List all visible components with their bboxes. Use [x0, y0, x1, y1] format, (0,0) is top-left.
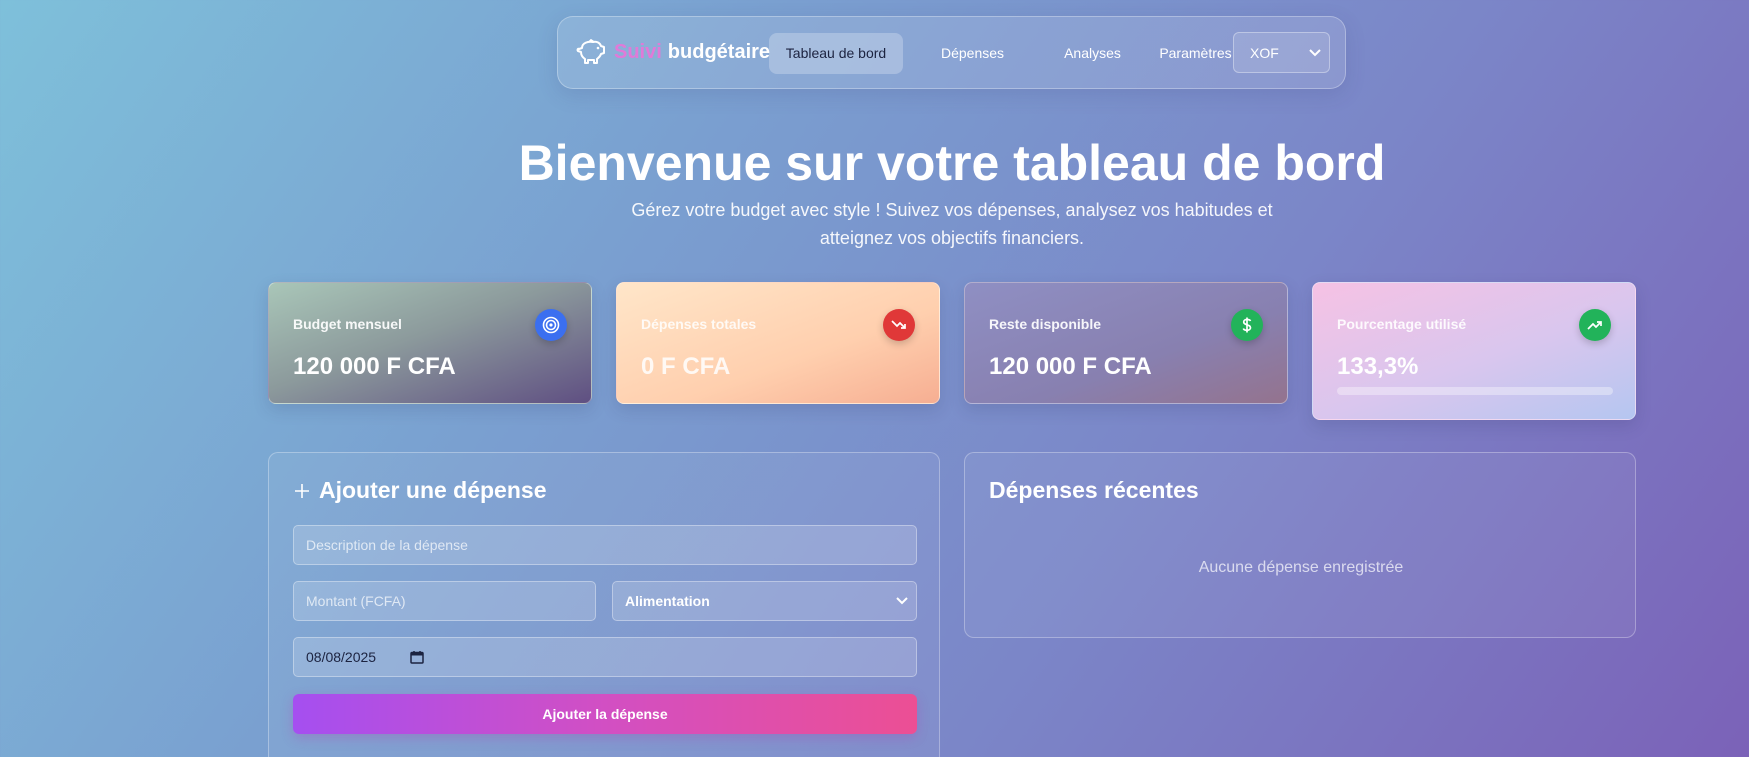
currency-select[interactable]: XOF [1233, 32, 1330, 73]
description-input[interactable]: Description de la dépense [293, 525, 917, 565]
recent-expenses-panel: Dépenses récentes Aucune dépense enregis… [964, 452, 1636, 638]
piggy-bank-icon [576, 39, 605, 64]
stat-label: Reste disponible [989, 316, 1102, 332]
stat-card-reste: Reste disponible 120 000 F CFA [964, 282, 1288, 404]
amount-input[interactable]: Montant (FCFA) [293, 581, 596, 621]
nav-tableau-de-bord[interactable]: Tableau de bord [769, 33, 903, 74]
stat-card-pourcentage: Pourcentage utilisé 133,3% [1312, 282, 1636, 420]
currency-value: XOF [1250, 45, 1279, 61]
empty-state-text: Aucune dépense enregistrée [1198, 559, 1404, 576]
stat-value: 0 F CFA [641, 353, 731, 380]
plus-icon [295, 483, 309, 498]
nav-depenses[interactable]: Dépenses [919, 33, 1026, 74]
stat-card-depenses: Dépenses totales 0 F CFA [616, 282, 940, 404]
stat-label: Pourcentage utilisé [1337, 316, 1467, 332]
stat-value: 120 000 F CFA [989, 353, 1152, 380]
add-expense-panel: Ajouter une dépense Description de la dé… [268, 452, 940, 757]
stat-value: 133,3% [1337, 353, 1419, 380]
stat-card-budget: Budget mensuel 120 000 F CFA [268, 282, 592, 404]
add-expense-title: Ajouter une dépense [293, 477, 546, 504]
chevron-down-icon [1309, 49, 1321, 57]
date-value: 08/08/2025 [306, 649, 377, 665]
recent-expenses-title: Dépenses récentes [989, 477, 1199, 503]
trending-up-icon [1579, 309, 1611, 341]
target-icon [535, 309, 567, 341]
stat-value: 120 000 F CFA [293, 353, 456, 380]
trending-down-icon [883, 309, 915, 341]
stat-label: Budget mensuel [293, 316, 402, 332]
stat-label: Dépenses totales [641, 316, 757, 332]
nav-parametres[interactable]: Paramètres [1158, 33, 1233, 74]
add-expense-title-text: Ajouter une dépense [319, 477, 547, 503]
page-title: Bienvenue sur votre tableau de bord [518, 135, 1386, 191]
nav-analyses[interactable]: Analyses [1041, 33, 1144, 74]
page-subtitle: Gérez votre budget avec style ! Suivez v… [631, 200, 1273, 248]
chevron-down-icon [896, 597, 908, 605]
usage-progress-bar [1337, 387, 1613, 395]
brand-name-part1: Suivi [614, 40, 662, 63]
brand-name-part2: budgétaire [667, 40, 771, 63]
add-expense-button[interactable]: Ajouter la dépense [293, 694, 917, 734]
calendar-icon[interactable] [410, 650, 424, 664]
dollar-icon [1231, 309, 1263, 341]
brand-logo[interactable]: Suivi budgétaire [576, 39, 770, 65]
top-navbar: Suivi budgétaire Tableau de bord Dépense… [557, 16, 1346, 89]
category-select[interactable]: Alimentation [612, 581, 917, 621]
date-input[interactable]: 08/08/2025 [293, 637, 917, 677]
category-value: Alimentation [625, 593, 710, 609]
